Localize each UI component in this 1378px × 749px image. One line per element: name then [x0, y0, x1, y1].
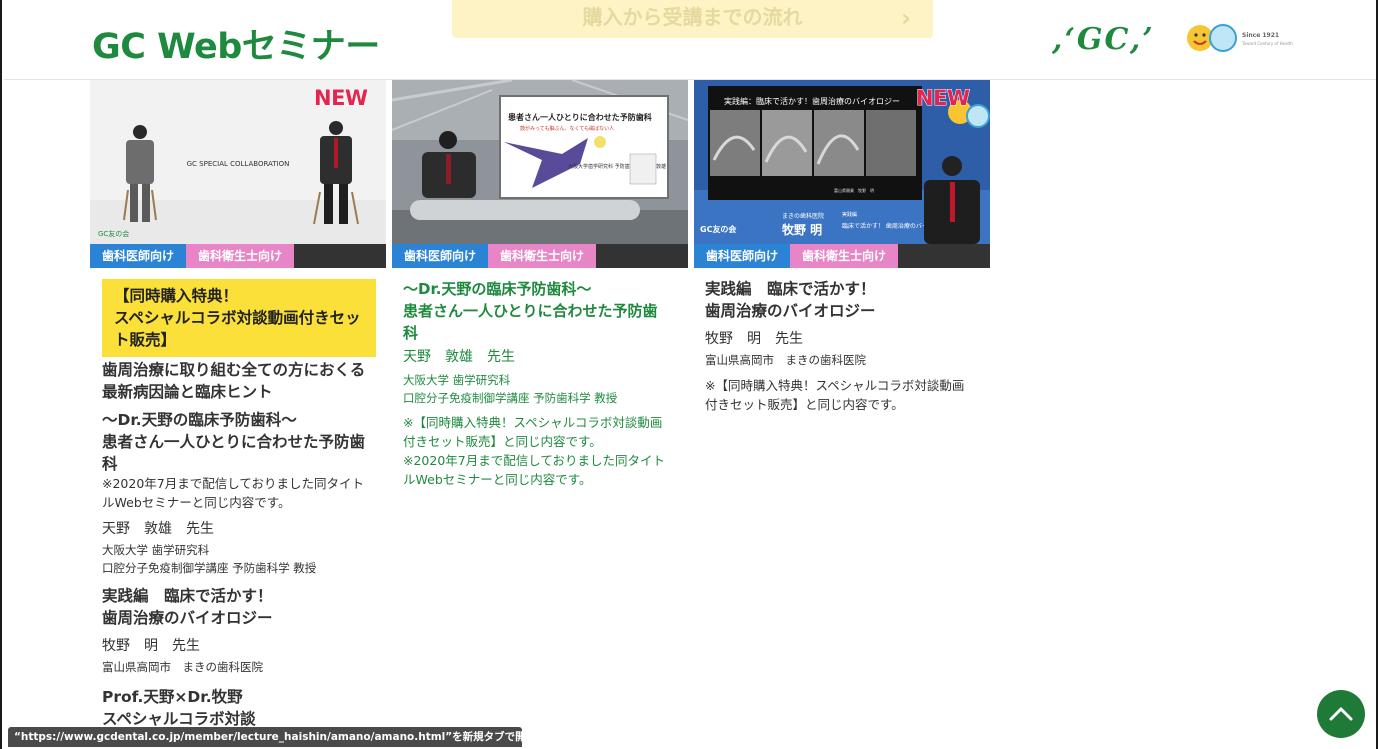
chevron-up-icon	[1329, 707, 1353, 721]
audience-tags: 歯科医師向け 歯科衛生士向け	[392, 244, 688, 268]
card2-affiliation: 大阪大学 歯学研究科 口腔分子免疫制御学講座 予防歯科学 教授	[403, 373, 618, 405]
site-header: GC Webセミナー 購入から受講までの流れ › ,‘GC,’ Since 19…	[4, 0, 1376, 80]
card2-lecturer: 天野 敦雄 先生	[403, 349, 515, 365]
thumb-corner-label: GC友の会	[700, 224, 736, 234]
thumb-speaker: 牧野 明	[782, 222, 822, 237]
thumbnail-makino[interactable]: 実践編：臨床で活かす！歯周治療のバイオロジー 富山県開業 牧野 明 GC友の会 …	[694, 80, 990, 244]
card2-title[interactable]: 〜Dr.天野の臨床予防歯科〜 患者さん一人ひとりに合わせた予防歯 科	[403, 278, 683, 344]
card3-note: ※【同時購入特典！スペシャルコラボ対談動画 付きセット販売】と同じ内容です。	[705, 378, 965, 412]
thumb-corner-label: GC友の会	[98, 229, 129, 238]
card3-title[interactable]: 実践編 臨床で活かす！ 歯周治療のバイオロジー	[705, 278, 995, 322]
tag-hygienist: 歯科衛生士向け	[488, 244, 597, 268]
smile-for-the-world-logo: Since 1921 Toward Century of Health	[1186, 22, 1296, 58]
card1-section2-note: ※2020年7月まで配信しておりました同タイト ルWebセミナーと同じ内容です。	[102, 476, 364, 510]
tag-dentist: 歯科医師向け	[392, 244, 489, 268]
card1-section3-lecturer: 牧野 明 先生	[102, 638, 200, 654]
smile-since: Since 1921	[1242, 32, 1280, 39]
thumb-slide-title: 患者さん一人ひとりに合わせた予防歯科	[508, 112, 652, 122]
purchase-flow-label: 購入から受講までの流れ	[582, 5, 803, 29]
thumb-series: 実践編	[842, 211, 857, 218]
tag-dentist: 歯科医師向け	[694, 244, 791, 268]
tag-hygienist: 歯科衛生士向け	[186, 244, 295, 268]
card1-section2-title[interactable]: 〜Dr.天野の臨床予防歯科〜 患者さん一人ひとりに合わせた予防歯 科	[102, 409, 392, 475]
smile-sub: Toward Century of Health	[1242, 41, 1293, 46]
new-badge: NEW	[916, 86, 971, 111]
card3-affiliation: 富山県高岡市 まきの歯科医院	[705, 353, 866, 367]
thumb-clinic: まきの歯科医院	[782, 212, 824, 220]
card1-section3-affiliation: 富山県高岡市 まきの歯科医院	[102, 660, 263, 674]
chevron-right-icon: ›	[901, 4, 911, 32]
card1-section1-title[interactable]: 歯周治療に取り組む全ての方におくる 最新病因論と臨床ヒント	[102, 359, 392, 403]
link-status-bar: “https://www.gcdental.co.jp/member/lectu…	[8, 727, 522, 747]
card1-section3-title[interactable]: 実践編 臨床で活かす！ 歯周治療のバイオロジー	[102, 585, 392, 629]
special-offer-highlight: 【同時購入特典！ スペシャルコラボ対談動画付きセット販売】	[102, 279, 376, 357]
new-badge: NEW	[314, 86, 369, 111]
seminar-card-set[interactable]: GC SPECIAL COLLABORATION GC友の会 NEW 歯科医師向…	[90, 80, 386, 268]
browser-viewport: GC Webセミナー 購入から受講までの流れ › ,‘GC,’ Since 19…	[0, 0, 1378, 749]
card3-lecturer: 牧野 明 先生	[705, 331, 803, 347]
seminar-card-makino[interactable]: 実践編：臨床で活かす！歯周治療のバイオロジー 富山県開業 牧野 明 GC友の会 …	[694, 80, 990, 268]
seminar-card-amano[interactable]: 患者さん一人ひとりに合わせた予防歯科 鼓がみっても脳ぶん、なくても磁ばない人 大…	[392, 80, 688, 268]
tag-hygienist: 歯科衛生士向け	[790, 244, 899, 268]
card1-section2-lecturer: 天野 敦雄 先生	[102, 521, 214, 537]
card1-section2-affiliation: 大阪大学 歯学研究科 口腔分子免疫制御学講座 予防歯科学 教授	[102, 543, 317, 575]
card1-section4-title[interactable]: Prof.天野×Dr.牧野 スペシャルコラボ対談	[102, 686, 392, 730]
scroll-to-top-button[interactable]	[1317, 690, 1365, 738]
gc-logo[interactable]: ,‘GC,’	[1052, 22, 1155, 57]
site-title[interactable]: GC Webセミナー	[92, 18, 380, 69]
smile-logo-icon	[1187, 24, 1237, 52]
purchase-flow-button[interactable]: 購入から受講までの流れ ›	[452, 0, 933, 38]
thumb-caption: GC SPECIAL COLLABORATION	[187, 160, 290, 168]
audience-tags: 歯科医師向け 歯科衛生士向け	[694, 244, 990, 268]
thumbnail-collaboration[interactable]: GC SPECIAL COLLABORATION GC友の会 NEW	[90, 80, 386, 244]
thumb-slide-footer: 富山県開業 牧野 明	[834, 187, 874, 193]
thumb-slide-sub: 鼓がみっても脳ぶん、なくても磁ばない人	[520, 125, 614, 132]
audience-tags: 歯科医師向け 歯科衛生士向け	[90, 244, 386, 268]
amano-video-thumbnail: 患者さん一人ひとりに合わせた予防歯科 鼓がみっても脳ぶん、なくても磁ばない人 大…	[392, 80, 688, 244]
card2-note: ※【同時購入特典！スペシャルコラボ対談動画 付きセット販売】と同じ内容です。 ※…	[403, 415, 665, 487]
thumbnail-amano[interactable]: 患者さん一人ひとりに合わせた予防歯科 鼓がみっても脳ぶん、なくても磁ばない人 大…	[392, 80, 688, 244]
thumb-slide-title: 実践編：臨床で活かす！歯周治療のバイオロジー	[724, 96, 900, 106]
tag-dentist: 歯科医師向け	[90, 244, 187, 268]
